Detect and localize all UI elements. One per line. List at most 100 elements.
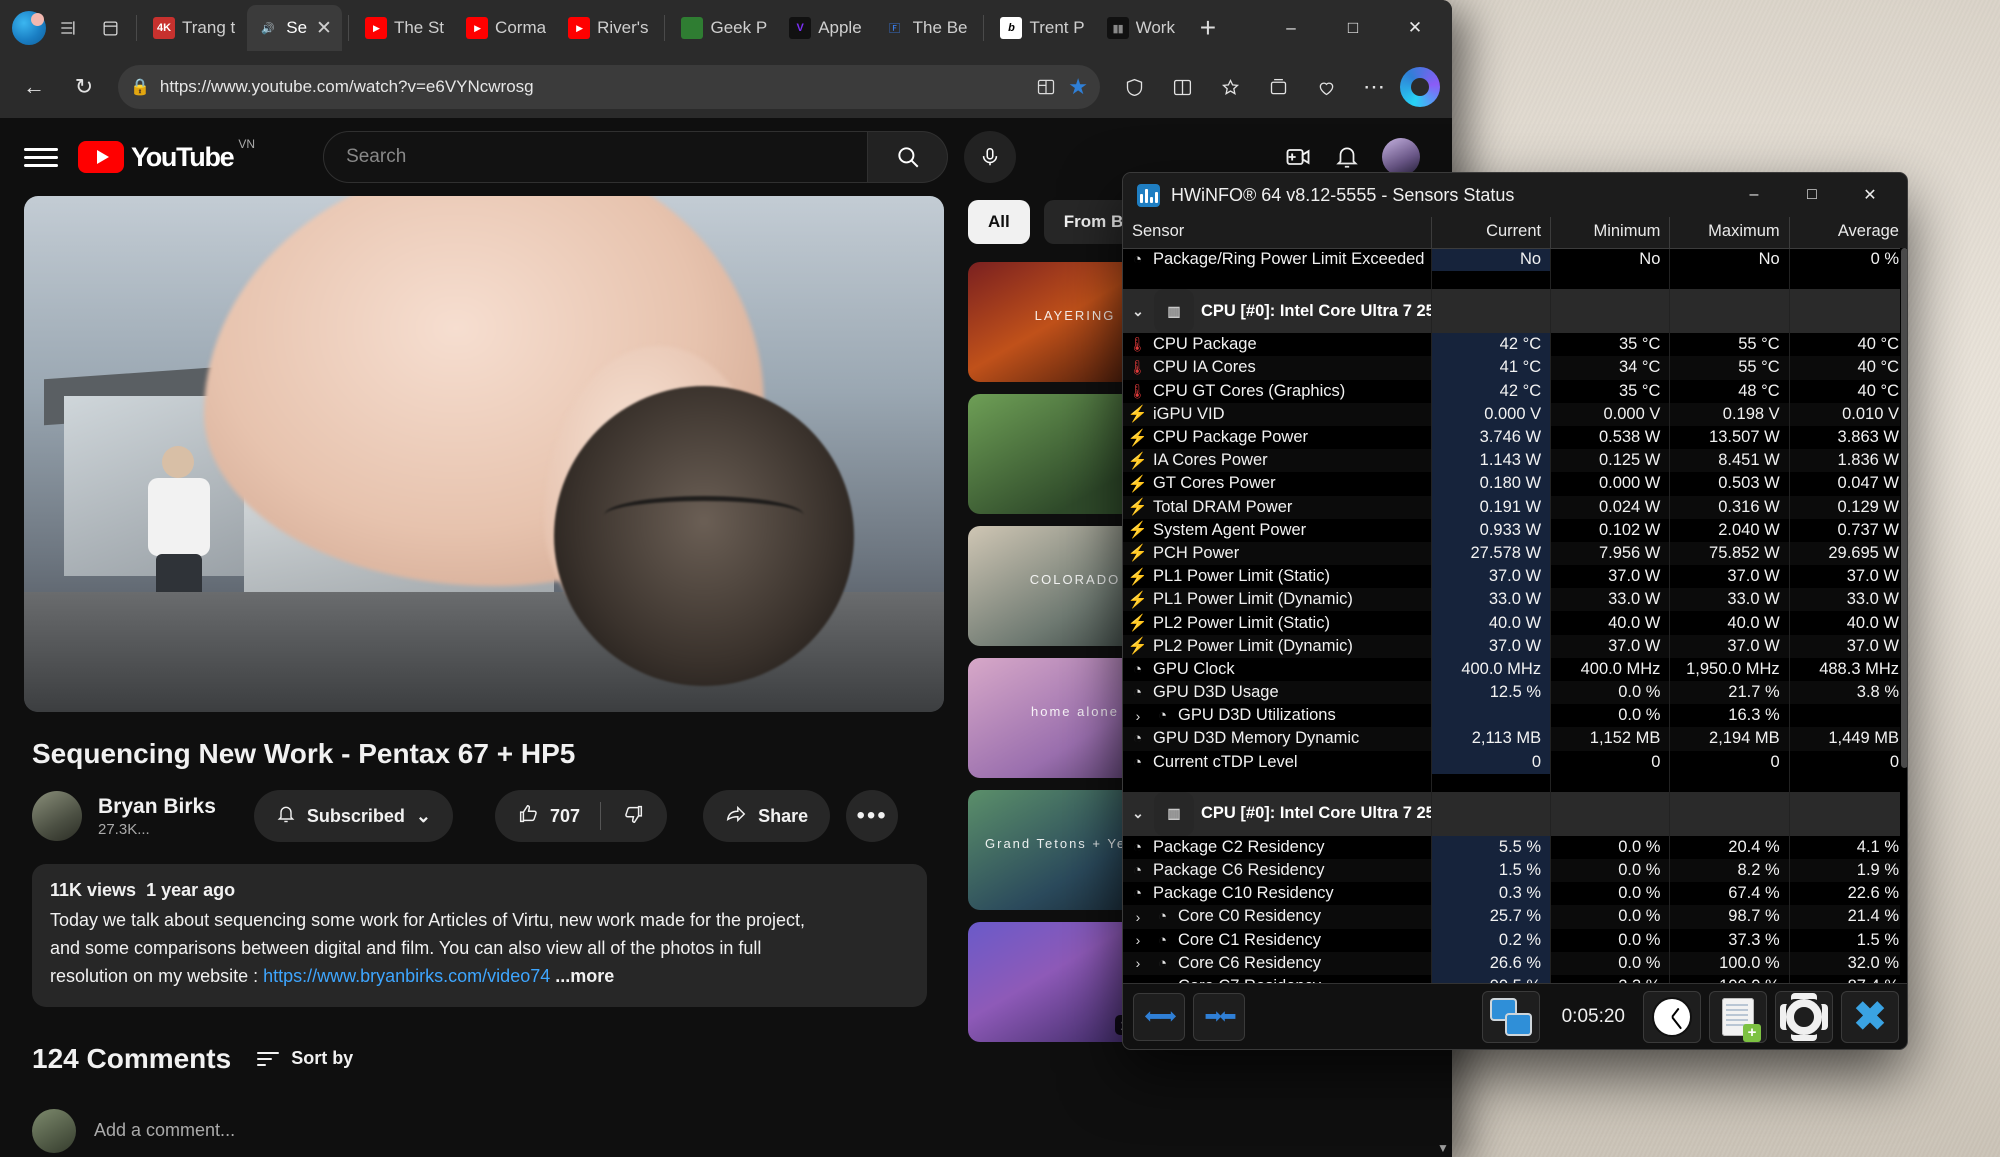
sensor-row[interactable]: ⚡ Total DRAM Power 0.191 W 0.024 W 0.316 W 0.… [1123, 495, 1907, 519]
favorites-icon[interactable] [1208, 65, 1252, 109]
sensor-row[interactable]: 🌡 CPU GT Cores (Graphics) 42 °C 35 °C 48 °C 4… [1123, 379, 1907, 403]
browser-tab-4[interactable]: River's [558, 5, 658, 51]
browser-essentials-icon[interactable] [1304, 65, 1348, 109]
chevron-right-icon[interactable]: › [1129, 955, 1147, 971]
browser-tab-8[interactable]: b Trent P [990, 5, 1094, 51]
like-dislike-group[interactable]: 707 [495, 790, 668, 842]
browser-tab-0[interactable]: 4K Trang t [143, 5, 245, 51]
like-button[interactable]: 707 [495, 803, 600, 830]
video-description[interactable]: 11K views 1 year ago Today we talk about… [32, 864, 927, 1007]
hwinfo-maximize-button[interactable]: □ [1783, 173, 1841, 217]
sensor-grid[interactable]: Sensor Current Minimum Maximum Average ◔… [1123, 217, 1907, 1007]
sensor-row[interactable]: ◔ Package/Ring Power Limit Exceeded No No No… [1123, 248, 1907, 272]
sensor-row[interactable]: ◔ Package C6 Residency 1.5 % 0.0 % 8.2 % 1.9 … [1123, 858, 1907, 883]
notifications-bell-icon[interactable] [1334, 144, 1360, 170]
report-button[interactable] [1709, 990, 1767, 1043]
sensor-row[interactable]: › ◔ Core C1 Residency 0.2 % 0.0 % 37.3 % 1.5 % [1123, 928, 1907, 952]
sort-comments-button[interactable]: Sort by [257, 1048, 353, 1069]
account-avatar[interactable] [1382, 138, 1420, 176]
chevron-right-icon[interactable]: › [1129, 708, 1147, 724]
subscribe-button[interactable]: Subscribed ⌄ [253, 790, 454, 842]
settings-button[interactable] [1775, 990, 1833, 1043]
maximize-button[interactable]: □ [1322, 0, 1384, 56]
sensor-row[interactable]: ◔ GPU Clock 400.0 MHz 400.0 MHz 1,950.0 MHz 4… [1123, 657, 1907, 681]
share-button[interactable]: Share [703, 790, 831, 842]
collapse-all-button[interactable]: ➡⬅ [1193, 992, 1245, 1041]
sensor-row[interactable]: 🌡 CPU IA Cores 41 °C 34 °C 55 °C 40 °C [1123, 356, 1907, 380]
sensor-row[interactable]: ⚡ PL2 Power Limit (Dynamic) 37.0 W 37.0 W 37… [1123, 634, 1907, 658]
new-tab-button[interactable]: + [1187, 12, 1229, 44]
chevron-right-icon[interactable]: › [1129, 909, 1147, 925]
chevron-down-icon[interactable]: ⌄ [1129, 303, 1147, 320]
sensor-row[interactable]: ⚡ IA Cores Power 1.143 W 0.125 W 8.451 W 1.83… [1123, 449, 1907, 473]
column-header-maximum[interactable]: Maximum [1669, 217, 1790, 249]
back-button[interactable]: ← [12, 65, 56, 109]
description-link[interactable]: https://www.bryanbirks.com/video74 [263, 966, 550, 986]
add-comment-input[interactable]: Add a comment... [94, 1120, 235, 1141]
reload-button[interactable]: ↻ [62, 65, 106, 109]
copilot-icon[interactable] [1400, 67, 1440, 107]
browser-tab-6[interactable]: V Apple [779, 5, 871, 51]
chip-all[interactable]: All [968, 200, 1030, 244]
tab-close-icon[interactable]: ✕ [316, 17, 332, 40]
favorite-star-icon[interactable]: ★ [1068, 74, 1088, 100]
sensor-row[interactable]: ⚡ CPU Package Power 3.746 W 0.538 W 13.507 W… [1123, 425, 1907, 450]
hwinfo-minimize-button[interactable]: – [1725, 173, 1783, 217]
channel-avatar[interactable] [32, 791, 82, 841]
tracking-prevention-icon[interactable] [1112, 65, 1156, 109]
sensor-row[interactable]: › ◔ Core C0 Residency 25.7 % 0.0 % 98.7 % 21.4… [1123, 905, 1907, 929]
exit-button[interactable]: ✖ [1841, 990, 1899, 1043]
column-header-minimum[interactable]: Minimum [1550, 217, 1671, 249]
chevron-right-icon[interactable]: › [1129, 932, 1147, 948]
sensor-row[interactable]: ⚡ iGPU VID 0.000 V 0.000 V 0.198 V 0.010 V [1123, 402, 1907, 426]
browser-tab-1-active[interactable]: 🔊 Se ✕ [247, 5, 342, 51]
sensor-row[interactable]: ◔ GPU D3D Memory Dynamic 2,113 MB 1,152 MB 2… [1123, 727, 1907, 751]
video-player[interactable] [24, 196, 944, 712]
logging-clock-button[interactable] [1643, 990, 1701, 1043]
sensor-row[interactable]: ⚡ PL2 Power Limit (Static) 40.0 W 40.0 W 40.… [1123, 611, 1907, 635]
add-comment-row[interactable]: Add a comment... [32, 1108, 944, 1153]
sensor-row[interactable]: ⚡ PL1 Power Limit (Static) 37.0 W 37.0 W 37.… [1123, 565, 1907, 589]
sensor-row[interactable]: ◔ GPU D3D Usage 12.5 % 0.0 % 21.7 % 3.8 % [1123, 681, 1907, 705]
column-header-current[interactable]: Current [1431, 217, 1552, 249]
tab-search-icon[interactable] [48, 8, 88, 48]
browser-tab-9[interactable]: ▮▮ Work [1097, 5, 1185, 51]
browser-tab-3[interactable]: Corma [456, 5, 556, 51]
sensor-row[interactable]: ⚡ PCH Power 27.578 W 7.956 W 75.852 W 29.695 … [1123, 541, 1907, 566]
sensor-row[interactable]: ◔ Package C2 Residency 5.5 % 0.0 % 20.4 % 4.1… [1123, 835, 1907, 859]
sensor-row[interactable]: › ◔ GPU D3D Utilizations 0.0 % 16.3 % [1123, 704, 1907, 728]
navigate-arrows-button[interactable]: ⬅➡ [1133, 992, 1185, 1041]
browser-tab-5[interactable]: Geek P [671, 5, 777, 51]
sensor-row[interactable]: ◔ Package C10 Residency 0.3 % 0.0 % 67.4 % 22… [1123, 882, 1907, 906]
channel-info[interactable]: Bryan Birks 27.3K... [98, 795, 216, 838]
browser-tab-2[interactable]: The St [355, 5, 454, 51]
remote-monitoring-button[interactable] [1481, 990, 1540, 1043]
guide-menu-icon[interactable] [24, 140, 58, 174]
close-button[interactable]: ✕ [1384, 0, 1446, 56]
sensor-row[interactable]: ◔ Current cTDP Level 0 0 0 0 [1123, 750, 1907, 774]
sensor-row[interactable]: 🌡 CPU Package 42 °C 35 °C 55 °C 40 °C [1123, 333, 1907, 357]
scroll-down-arrow-icon[interactable]: ▼ [1436, 1139, 1450, 1157]
split-view-icon[interactable] [1160, 65, 1204, 109]
sensor-group-row[interactable]: ⌄ ▥ CPU [#0]: Intel Core Ultra 7 258V: C-S… [1123, 791, 1907, 836]
column-header-sensor[interactable]: Sensor [1123, 217, 1432, 249]
column-header-average[interactable]: Average [1789, 217, 1907, 249]
address-bar[interactable]: 🔒 https://www.youtube.com/watch?v=e6VYNc… [118, 65, 1100, 109]
minimize-button[interactable]: – [1260, 0, 1322, 56]
sensor-row[interactable]: ⚡ GT Cores Power 0.180 W 0.000 W 0.503 W 0.04… [1123, 472, 1907, 496]
hwinfo-close-button[interactable]: ✕ [1841, 173, 1899, 217]
more-actions-button[interactable]: ••• [846, 790, 899, 842]
sensor-group-row[interactable]: ⌄ ▥ CPU [#0]: Intel Core Ultra 7 258V: Enh… [1123, 289, 1907, 334]
search-input[interactable]: Search [323, 131, 869, 183]
chevron-down-icon[interactable]: ⌄ [1129, 805, 1147, 822]
collections-icon[interactable] [1256, 65, 1300, 109]
dislike-button[interactable] [601, 803, 667, 830]
youtube-logo[interactable]: YouTube VN [78, 137, 255, 173]
sensor-row[interactable]: › ◔ Core C6 Residency 26.6 % 0.0 % 100.0 % 32.… [1123, 951, 1907, 975]
browser-tab-7[interactable]: 🄵 The Be [874, 5, 978, 51]
sensor-scrollbar-thumb[interactable] [1901, 248, 1907, 768]
search-button[interactable] [868, 131, 949, 183]
site-info-icon[interactable]: 🔒 [130, 77, 150, 97]
sensor-row[interactable]: ⚡ PL1 Power Limit (Dynamic) 33.0 W 33.0 W 33… [1123, 588, 1907, 612]
voice-search-icon[interactable] [964, 131, 1017, 183]
